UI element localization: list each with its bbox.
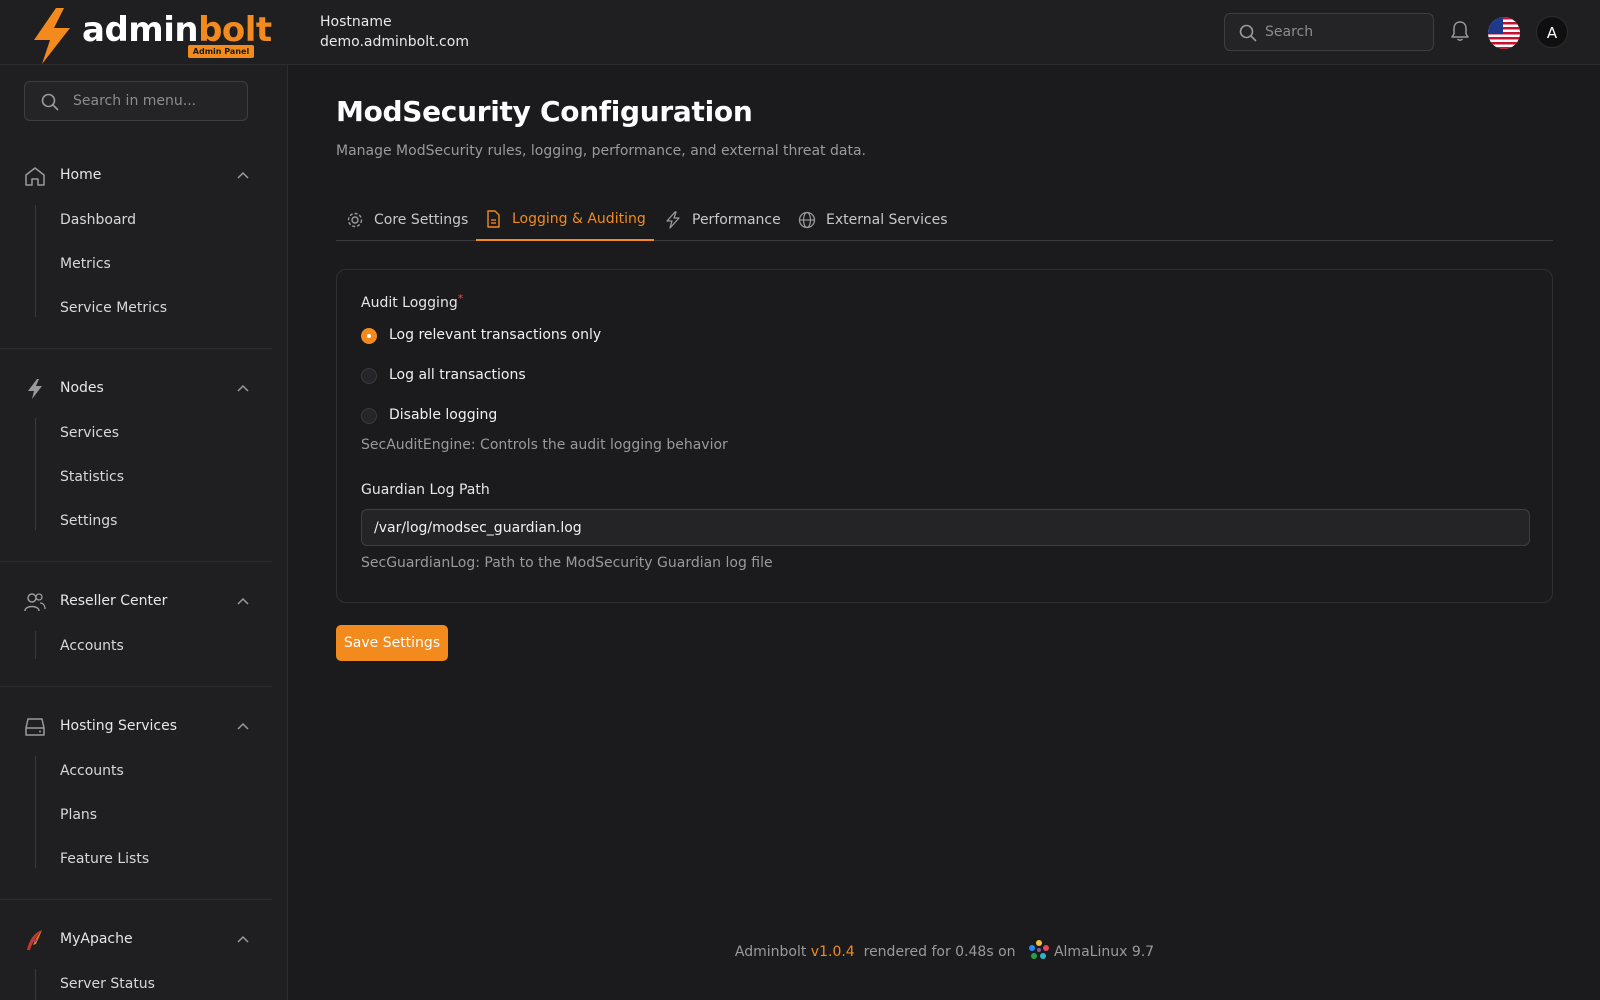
sidebar-section-nodes[interactable]: Nodes: [24, 374, 250, 404]
hostname-label: Hostname: [320, 14, 392, 30]
sidebar-item-service-metrics[interactable]: Service Metrics: [60, 300, 167, 316]
bell-icon[interactable]: [1450, 20, 1470, 42]
settings-tabs: Core Settings Logging & Auditing Perform…: [336, 199, 1553, 241]
top-header: adminbolt Admin Panel Hostname demo.admi…: [0, 0, 1600, 65]
gear-icon: [347, 212, 363, 228]
logo-badge: Admin Panel: [188, 45, 254, 58]
main-content: ModSecurity Configuration Manage ModSecu…: [289, 65, 1600, 1000]
footer-app: Adminbolt: [734, 944, 807, 960]
logo-bolt-icon: [34, 8, 70, 64]
sidebar-divider: [0, 899, 272, 900]
sidebar-search-input[interactable]: [73, 82, 243, 120]
chevron-up-icon: [237, 171, 249, 179]
footer-version[interactable]: v1.0.4: [811, 944, 855, 960]
submenu-line: [35, 418, 36, 530]
page-title: ModSecurity Configuration: [336, 95, 753, 128]
footer-os: AlmaLinux 9.7: [1053, 944, 1155, 960]
sidebar-search[interactable]: [24, 81, 248, 121]
tab-external-services[interactable]: External Services: [798, 199, 948, 241]
sidebar: Home Dashboard Metrics Service Metrics N…: [0, 65, 288, 1000]
sidebar-divider: [0, 686, 272, 687]
chevron-up-icon: [237, 597, 249, 605]
submenu-line: [35, 205, 36, 317]
tab-performance[interactable]: Performance: [664, 199, 781, 241]
sidebar-item-services[interactable]: Services: [60, 425, 119, 441]
sidebar-section-reseller-center[interactable]: Reseller Center: [24, 587, 250, 617]
tab-label: Logging & Auditing: [512, 211, 646, 227]
sidebar-divider: [0, 348, 272, 349]
tab-core-settings[interactable]: Core Settings: [346, 199, 468, 241]
server-icon: [25, 718, 45, 736]
chevron-up-icon: [237, 935, 249, 943]
globe-icon: [798, 211, 816, 229]
document-icon: [487, 210, 500, 228]
sidebar-item-statistics[interactable]: Statistics: [60, 469, 124, 485]
logging-settings-card: Audit Logging* Log relevant transactions…: [336, 269, 1553, 603]
sidebar-item-hosting-accounts[interactable]: Accounts: [60, 763, 124, 779]
radio-label: Disable logging: [389, 407, 498, 423]
sidebar-section-home[interactable]: Home: [24, 161, 250, 191]
sidebar-item-plans[interactable]: Plans: [60, 807, 97, 823]
audit-logging-label: Audit Logging*: [361, 292, 464, 311]
hostname-block: Hostname demo.adminbolt.com: [320, 12, 469, 52]
sidebar-divider: [0, 561, 272, 562]
users-icon: [24, 593, 46, 612]
chevron-up-icon: [237, 384, 249, 392]
search-icon: [1239, 24, 1257, 42]
logo-wordmark: adminbolt: [82, 10, 272, 50]
sidebar-section-label: Hosting Services: [60, 718, 178, 734]
tab-label: External Services: [826, 212, 948, 228]
sidebar-item-metrics[interactable]: Metrics: [60, 256, 111, 272]
sidebar-section-hosting-services[interactable]: Hosting Services: [24, 712, 250, 742]
adminbolt-logo[interactable]: adminbolt Admin Panel: [30, 6, 272, 64]
footer: Adminbolt v1.0.4 rendered for 0.48s on A…: [289, 940, 1600, 963]
sidebar-section-myapache[interactable]: MyApache: [24, 925, 250, 955]
submenu-line: [35, 969, 36, 1000]
footer-rendered: rendered for 0.48s on: [863, 944, 1016, 960]
page-subtitle: Manage ModSecurity rules, logging, perfo…: [336, 143, 866, 159]
guardian-log-path-label: Guardian Log Path: [361, 482, 490, 498]
required-mark: *: [457, 292, 464, 305]
radio-label: Log relevant transactions only: [389, 327, 602, 343]
sidebar-section-label: Nodes: [60, 380, 104, 396]
avatar[interactable]: A: [1536, 16, 1568, 48]
radio-button[interactable]: [361, 408, 377, 424]
tab-label: Core Settings: [374, 212, 469, 228]
tab-logging-auditing[interactable]: Logging & Auditing: [476, 199, 654, 241]
audit-help-text: SecAuditEngine: Controls the audit loggi…: [361, 437, 728, 453]
submenu-line: [35, 756, 36, 868]
sidebar-section-label: MyApache: [60, 931, 133, 947]
bolt-icon: [28, 379, 42, 399]
global-search-input[interactable]: [1265, 14, 1425, 50]
bolt-icon: [666, 211, 680, 229]
save-settings-button[interactable]: Save Settings: [336, 625, 448, 661]
chevron-up-icon: [237, 722, 249, 730]
sidebar-section-label: Home: [60, 167, 102, 183]
guardian-help-text: SecGuardianLog: Path to the ModSecurity …: [361, 555, 773, 571]
sidebar-item-settings[interactable]: Settings: [60, 513, 117, 529]
radio-button[interactable]: [361, 368, 377, 384]
sidebar-item-server-status[interactable]: Server Status: [60, 976, 155, 992]
submenu-line: [35, 631, 36, 659]
global-search[interactable]: [1224, 13, 1434, 51]
almalinux-logo-icon: [1028, 940, 1049, 959]
home-icon: [25, 167, 45, 186]
hostname-value: demo.adminbolt.com: [320, 34, 469, 50]
sidebar-item-feature-lists[interactable]: Feature Lists: [60, 851, 149, 867]
sidebar-section-label: Reseller Center: [60, 593, 168, 609]
sidebar-item-reseller-accounts[interactable]: Accounts: [60, 638, 124, 654]
us-flag-icon[interactable]: [1488, 17, 1520, 49]
search-icon: [41, 93, 59, 111]
radio-label: Log all transactions: [389, 367, 526, 383]
guardian-log-path-input[interactable]: [361, 509, 1530, 546]
radio-button-selected[interactable]: [361, 328, 377, 344]
tab-label: Performance: [692, 212, 781, 228]
sidebar-item-dashboard[interactable]: Dashboard: [60, 212, 136, 228]
apache-feather-icon: [27, 930, 42, 950]
